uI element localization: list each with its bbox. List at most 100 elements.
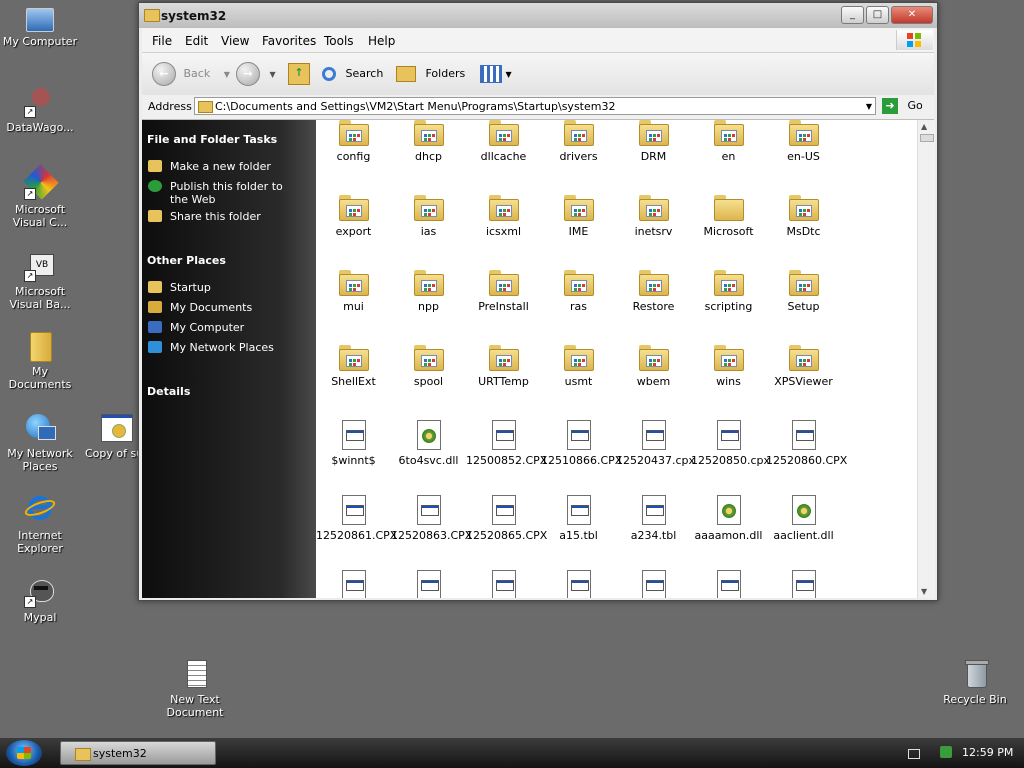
maximize-button[interactable]: □ [866, 6, 889, 24]
file-item[interactable]: 12500852.CPX [466, 420, 547, 467]
task-publish-web[interactable]: Publish this folder to the Web [148, 180, 308, 206]
desktop-icon-my-network-places[interactable]: My Network Places [1, 412, 79, 473]
folder-item[interactable]: icsxml [466, 195, 541, 238]
file-item[interactable] [541, 570, 616, 598]
file-item[interactable]: 12520850.cpx [691, 420, 770, 467]
task-make-new-folder[interactable]: Make a new folder [148, 160, 308, 173]
folder-item[interactable]: scripting [691, 270, 766, 313]
folder-item[interactable]: npp [391, 270, 466, 313]
desktop-icon-ms-visual-c[interactable]: ↗ Microsoft Visual C... [1, 164, 79, 229]
file-item[interactable] [766, 570, 841, 598]
details-heading[interactable]: Details [147, 385, 190, 398]
place-startup[interactable]: Startup [148, 281, 308, 294]
file-item[interactable]: a15.tbl [541, 495, 616, 542]
clock[interactable]: 12:59 PM [962, 746, 1013, 759]
folder-item[interactable]: ras [541, 270, 616, 313]
desktop-icon-internet-explorer[interactable]: Internet Explorer [1, 494, 79, 555]
folder-item[interactable]: wins [691, 345, 766, 388]
start-button[interactable] [6, 740, 42, 766]
file-item[interactable]: aaaamon.dll [691, 495, 766, 542]
task-share-folder[interactable]: Share this folder [148, 210, 308, 223]
file-folder-tasks-heading[interactable]: File and Folder Tasks [147, 133, 277, 146]
search-button[interactable]: Search [322, 62, 383, 86]
file-item[interactable] [466, 570, 541, 598]
network-tray-icon[interactable] [940, 746, 952, 758]
menu-help[interactable]: Help [368, 34, 395, 48]
file-item[interactable]: 12520437.cpx [616, 420, 695, 467]
file-item[interactable]: aaclient.dll [766, 495, 841, 542]
scroll-down-icon[interactable]: ▼ [921, 587, 927, 596]
desktop-icon-copy-of[interactable]: Copy of su [79, 412, 143, 460]
back-button[interactable]: ← Back ▼ [152, 62, 230, 86]
menu-tools[interactable]: Tools [324, 34, 354, 48]
file-item[interactable]: 12520863.CPX [391, 495, 472, 542]
file-item[interactable] [391, 570, 466, 598]
desktop-icon-mypal[interactable]: ↗ Mypal [1, 576, 79, 624]
file-item[interactable] [691, 570, 766, 598]
folder-item[interactable]: drivers [541, 120, 616, 163]
other-places-heading[interactable]: Other Places [147, 254, 226, 267]
file-item[interactable]: $winnt$ [316, 420, 391, 467]
chevron-down-icon[interactable]: ▼ [224, 70, 230, 79]
desktop-icon-my-computer[interactable]: My Computer [1, 4, 79, 48]
desktop-icon-datawago[interactable]: ↗ DataWago... [1, 86, 79, 134]
desktop-icon-recycle-bin[interactable]: Recycle Bin [936, 658, 1014, 706]
folder-item[interactable]: usmt [541, 345, 616, 388]
place-my-network-places[interactable]: My Network Places [148, 341, 308, 354]
folder-item[interactable]: ShellExt [316, 345, 391, 388]
menu-view[interactable]: View [221, 34, 249, 48]
folder-item[interactable]: en-US [766, 120, 841, 163]
place-my-computer[interactable]: My Computer [148, 321, 308, 334]
folder-item[interactable]: MsDtc [766, 195, 841, 238]
place-my-documents[interactable]: My Documents [148, 301, 308, 314]
desktop-icon-ms-visual-ba[interactable]: VB ↗ Microsoft Visual Ba... [1, 250, 79, 311]
chevron-down-icon[interactable]: ▼ [866, 98, 872, 114]
folder-item[interactable]: inetsrv [616, 195, 691, 238]
folder-item[interactable]: IME [541, 195, 616, 238]
file-item[interactable]: a234.tbl [616, 495, 691, 542]
scroll-up-icon[interactable]: ▲ [921, 122, 927, 131]
menu-edit[interactable]: Edit [185, 34, 208, 48]
folder-item[interactable]: DRM [616, 120, 691, 163]
address-input[interactable]: C:\Documents and Settings\VM2\Start Menu… [194, 97, 876, 115]
folder-item[interactable]: Microsoft [691, 195, 766, 238]
up-folder-button[interactable]: ↑ [288, 62, 310, 86]
file-item[interactable]: 12520865.CPX [466, 495, 547, 542]
folder-item[interactable]: URTTemp [466, 345, 541, 388]
folder-item[interactable]: Restore [616, 270, 691, 313]
file-item[interactable]: 12510866.CPX [541, 420, 622, 467]
forward-button[interactable]: → ▼ [236, 62, 276, 86]
close-button[interactable]: ✕ [891, 6, 933, 24]
taskbar-item-system32[interactable]: system32 [60, 741, 216, 765]
vertical-scrollbar[interactable]: ▲ ▼ [917, 120, 935, 598]
folder-item[interactable]: dhcp [391, 120, 466, 163]
folder-item[interactable]: Setup [766, 270, 841, 313]
chevron-down-icon[interactable]: ▼ [270, 70, 276, 79]
folders-button[interactable]: Folders [396, 62, 465, 86]
file-item[interactable] [316, 570, 391, 598]
menu-file[interactable]: File [152, 34, 172, 48]
views-button[interactable]: ▼ [480, 62, 512, 86]
title-bar[interactable]: system32 _ □ ✕ [139, 3, 937, 28]
folder-item[interactable]: config [316, 120, 391, 163]
scroll-thumb[interactable] [920, 134, 934, 142]
folder-item[interactable]: spool [391, 345, 466, 388]
folder-item[interactable]: mui [316, 270, 391, 313]
folder-item[interactable]: export [316, 195, 391, 238]
desktop-icon-my-documents[interactable]: My Documents [1, 330, 79, 391]
minimize-button[interactable]: _ [841, 6, 864, 24]
file-item[interactable]: 12520860.CPX [766, 420, 847, 467]
file-item[interactable]: 6to4svc.dll [391, 420, 466, 467]
folder-item[interactable]: XPSViewer [766, 345, 841, 388]
go-button[interactable]: ➜ Go [882, 97, 923, 115]
folder-item[interactable]: en [691, 120, 766, 163]
keyboard-icon[interactable] [908, 749, 920, 759]
folder-item[interactable]: dllcache [466, 120, 541, 163]
desktop-icon-new-text-document[interactable]: New Text Document [156, 658, 234, 719]
folder-item[interactable]: ias [391, 195, 466, 238]
menu-favorites[interactable]: Favorites [262, 34, 316, 48]
folder-item[interactable]: PreInstall [466, 270, 541, 313]
file-item[interactable] [616, 570, 691, 598]
folder-item[interactable]: wbem [616, 345, 691, 388]
file-item[interactable]: 12520861.CPX [316, 495, 397, 542]
